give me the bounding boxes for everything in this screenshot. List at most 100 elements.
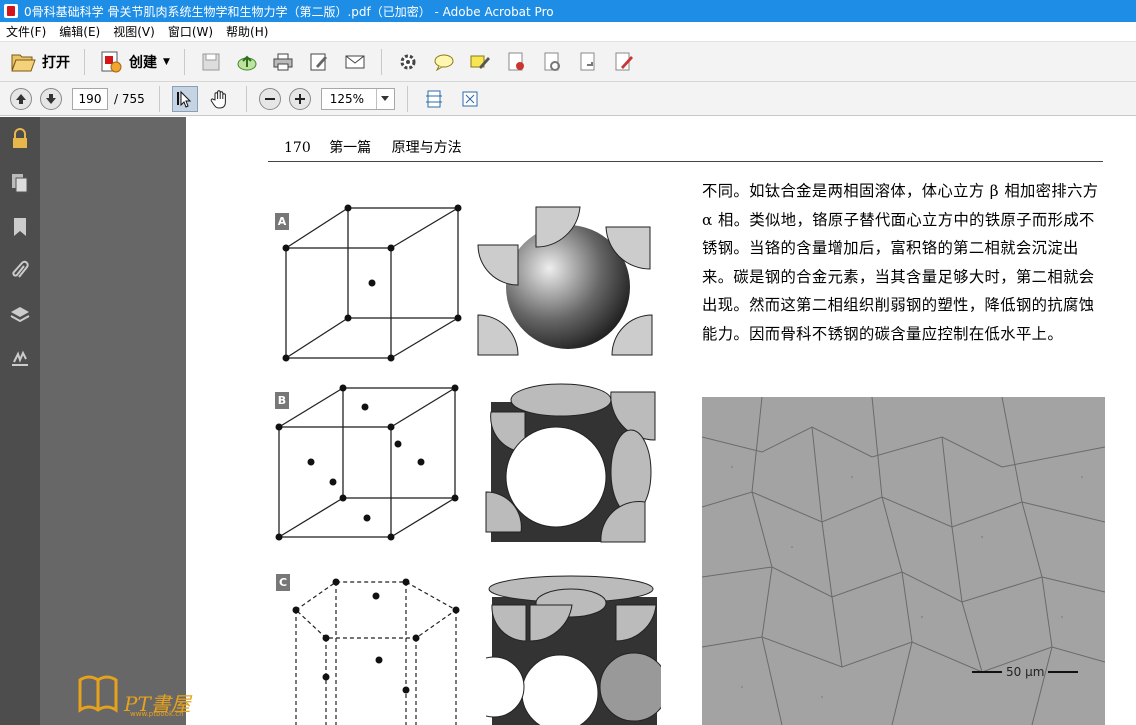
share-icon (580, 52, 595, 70)
toolbar-separator (158, 85, 160, 112)
zoom-in-button[interactable] (288, 87, 311, 110)
acrobat-app-icon (4, 4, 18, 18)
protect-button[interactable] (539, 49, 565, 75)
navigation-pane (0, 117, 40, 725)
layers-panel-button[interactable] (0, 293, 40, 337)
chevron-down-icon[interactable] (375, 88, 394, 109)
fullscreen-icon (462, 91, 478, 106)
window-title: 0骨科基础科学 骨关节肌肉系统生物学和生物力学（第二版）.pdf（已加密） - … (24, 4, 554, 19)
hand-tool-button[interactable] (207, 86, 233, 112)
menu-view[interactable]: 视图(V) (107, 23, 162, 40)
hcp-sphere-model (486, 575, 661, 725)
bcc-sphere-model (477, 206, 653, 356)
lock-button[interactable] (0, 117, 40, 161)
open-label: 打开 (42, 54, 70, 71)
arrow-up-icon (16, 93, 26, 104)
scale-bar-label: 50 μm (1006, 665, 1045, 679)
create-label: 创建 (129, 54, 157, 71)
zoom-value: 125% (329, 91, 365, 106)
toolbar-separator (406, 85, 408, 112)
scale-bar: 50 μm (972, 665, 1079, 679)
bookmarks-panel-button[interactable] (0, 205, 40, 249)
signatures-panel-button[interactable] (0, 337, 40, 381)
menu-window[interactable]: 窗口(W) (162, 23, 220, 40)
fit-page-button[interactable] (421, 86, 447, 112)
settings-button[interactable] (395, 49, 421, 75)
save-button[interactable] (198, 49, 224, 75)
upload-icon (237, 55, 257, 70)
highlight-button[interactable] (467, 49, 493, 75)
menu-help[interactable]: 帮助(H) (220, 23, 275, 40)
create-pdf-icon (101, 51, 122, 72)
attachments-panel-button[interactable] (0, 249, 40, 293)
fullscreen-button[interactable] (457, 86, 483, 112)
layers-icon (10, 307, 30, 323)
save-icon (202, 53, 220, 70)
redact-icon (615, 52, 633, 70)
lock-icon (13, 128, 27, 148)
upload-button[interactable] (234, 49, 260, 75)
print-icon (273, 53, 293, 70)
fcc-sphere-model (485, 383, 656, 543)
pages-panel-button[interactable] (0, 161, 40, 205)
select-tool-button[interactable] (171, 85, 198, 112)
body-paragraph: 不同。如钛合金是两相固溶体，体心立方 β 相加密排六方 α 相。类似地，铬原子替… (702, 182, 1099, 343)
sign-icon (508, 52, 524, 70)
comment-icon (434, 54, 454, 71)
page-number-label: 170 (284, 140, 311, 156)
toolbar-separator (84, 48, 85, 75)
document-page[interactable]: 170 第一篇 原理与方法 A B C 不同。如钛合金是两相固溶体，体心立方 β… (186, 117, 1136, 725)
next-page-button[interactable] (40, 87, 62, 110)
edit-icon (310, 53, 327, 70)
create-button[interactable]: 创建 ▼ (93, 47, 176, 77)
email-icon (345, 55, 365, 68)
menu-edit[interactable]: 编辑(E) (53, 23, 107, 40)
fcc-lattice-diagram (275, 384, 459, 541)
book-logo-icon (78, 675, 118, 713)
hand-icon (210, 89, 226, 109)
chevron-down-icon: ▼ (163, 56, 170, 67)
document-background (40, 117, 186, 725)
micrograph-image: 50 μm (702, 397, 1105, 725)
sign-button[interactable] (503, 49, 529, 75)
menu-bar: 文件(F) 编辑(E) 视图(V) 窗口(W) 帮助(H) (0, 22, 1136, 42)
navigation-toolbar: / 755 125% (0, 82, 1136, 116)
toolbar-separator (183, 48, 185, 75)
toolbar-separator (245, 85, 247, 112)
edit-button[interactable] (306, 49, 332, 75)
zoom-out-button[interactable] (258, 87, 281, 110)
page-total: / 755 (114, 91, 145, 106)
attachment-icon (12, 260, 29, 278)
highlight-icon (470, 55, 490, 69)
folder-open-icon (11, 54, 36, 71)
scale-bar-line (1048, 671, 1079, 673)
arrow-down-icon (46, 93, 56, 104)
bcc-lattice-diagram (282, 204, 462, 362)
watermark: PT書屋 www.ptbook.cn (76, 670, 191, 718)
pages-icon (12, 174, 28, 193)
bookmark-icon (14, 218, 26, 236)
previous-page-button[interactable] (10, 87, 32, 110)
settings-icon (400, 54, 416, 69)
print-button[interactable] (270, 49, 296, 75)
page-number-input[interactable] (72, 87, 108, 110)
comment-button[interactable] (431, 49, 457, 75)
protect-icon (544, 52, 560, 71)
watermark-url: www.ptbook.cn (130, 710, 184, 718)
email-button[interactable] (342, 49, 368, 75)
share-button[interactable] (575, 49, 601, 75)
scale-bar-line (972, 671, 1002, 673)
signature-icon (12, 350, 28, 366)
title-bar: 0骨科基础科学 骨关节肌肉系统生物学和生物力学（第二版）.pdf（已加密） - … (0, 0, 1136, 22)
zoom-select[interactable]: 125% (320, 87, 395, 110)
part-label: 第一篇 (329, 140, 372, 156)
header-rule (268, 161, 1103, 162)
minus-icon (264, 97, 275, 100)
fit-page-icon (425, 90, 442, 107)
hcp-lattice-diagram (292, 578, 460, 725)
redact-button[interactable] (611, 49, 637, 75)
section-label: 原理与方法 (391, 140, 462, 156)
plus-icon (294, 93, 305, 104)
menu-file[interactable]: 文件(F) (0, 23, 53, 40)
open-button[interactable]: 打开 (4, 47, 76, 77)
